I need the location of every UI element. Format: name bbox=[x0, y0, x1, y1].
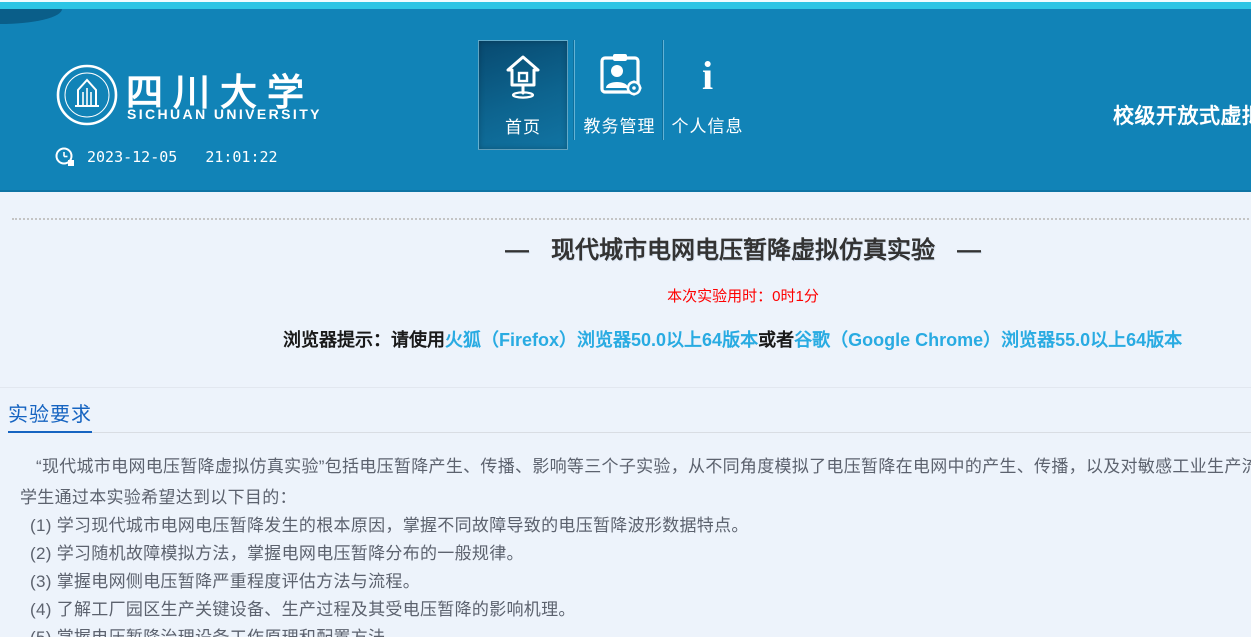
heading-underline bbox=[8, 431, 92, 433]
page: 四川大学 SICHUAN UNIVERSITY 2023-12-05 21:01… bbox=[0, 0, 1251, 637]
experiment-title-row: — 现代城市电网电压暂降虚拟仿真实验 — bbox=[0, 230, 1251, 265]
requirement-item-4: (4) 了解工厂园区生产关键设备、生产过程及其受电压暂降的影响机理。 bbox=[30, 595, 576, 620]
dotted-divider bbox=[12, 218, 1251, 220]
university-name-en: SICHUAN UNIVERSITY bbox=[127, 106, 322, 122]
university-seal-icon bbox=[56, 64, 118, 126]
requirements-paragraph-line1: “现代城市电网电压暂降虚拟仿真实验”包括电压暂降产生、传播、影响等三个子实验，从… bbox=[20, 452, 1251, 477]
header: 四川大学 SICHUAN UNIVERSITY 2023-12-05 21:01… bbox=[0, 0, 1251, 192]
current-date: 2023-12-05 bbox=[87, 148, 177, 166]
top-cyan-strip bbox=[0, 2, 1251, 9]
heading-rule bbox=[8, 432, 1251, 433]
experiment-title: 现代城市电网电压暂降虚拟仿真实验 bbox=[551, 237, 935, 264]
browser-hint-segment: 火狐（Firefox）浏览器50.0以上64版本 bbox=[445, 330, 758, 350]
personal-info-icon: i bbox=[665, 50, 750, 102]
academic-admin-icon bbox=[576, 50, 663, 102]
corner-decoration bbox=[0, 9, 62, 24]
timer-value: 0时1分 bbox=[772, 288, 819, 305]
requirement-item-1: (1) 学习现代城市电网电压暂降发生的根本原因，掌握不同故障导致的电压暂降波形数… bbox=[30, 511, 749, 536]
title-dash-left: — bbox=[505, 237, 529, 264]
section-divider bbox=[0, 387, 1251, 388]
nav-label-personal-info: 个人信息 bbox=[665, 112, 750, 137]
experiment-timer: 本次实验用时：0时1分 bbox=[0, 285, 1251, 306]
nav-divider bbox=[663, 40, 664, 140]
timer-label: 本次实验用时： bbox=[667, 288, 772, 305]
browser-hint-segment: 或者 bbox=[758, 330, 794, 350]
home-icon bbox=[479, 51, 567, 103]
requirement-item-2: (2) 学习随机故障模拟方法，掌握电网电压暂降分布的一般规律。 bbox=[30, 539, 524, 564]
nav-label-academic-admin: 教务管理 bbox=[576, 112, 663, 137]
nav-item-home[interactable]: 首页 bbox=[478, 40, 568, 150]
nav-divider bbox=[574, 40, 575, 140]
requirement-item-5: (5) 掌握电压暂降治理设备工作原理和配置方法。 bbox=[30, 623, 403, 637]
nav-item-personal-info[interactable]: i 个人信息 bbox=[665, 40, 750, 150]
nav-item-academic-admin[interactable]: 教务管理 bbox=[576, 40, 663, 150]
title-dash-right: — bbox=[957, 237, 981, 264]
browser-hint-segment: 浏览器提示：请使用 bbox=[283, 330, 445, 350]
requirements-heading: 实验要求 bbox=[8, 398, 92, 427]
platform-title: 校级开放式虚拟仿真实验 bbox=[1113, 100, 1251, 130]
requirement-item-3: (3) 掌握电网侧电压暂降严重程度评估方法与流程。 bbox=[30, 567, 420, 592]
requirements-paragraph-line2: 学生通过本实验希望达到以下目的： bbox=[20, 483, 297, 508]
clock-icon bbox=[55, 147, 75, 167]
current-time: 21:01:22 bbox=[205, 148, 277, 166]
nav-label-home: 首页 bbox=[479, 113, 567, 138]
datetime: 2023-12-05 21:01:22 bbox=[55, 147, 278, 167]
browser-hint: 浏览器提示：请使用火狐（Firefox）浏览器50.0以上64版本或者谷歌（Go… bbox=[283, 326, 1182, 352]
browser-hint-segment: 谷歌（Google Chrome）浏览器55.0以上64版本 bbox=[794, 330, 1182, 350]
